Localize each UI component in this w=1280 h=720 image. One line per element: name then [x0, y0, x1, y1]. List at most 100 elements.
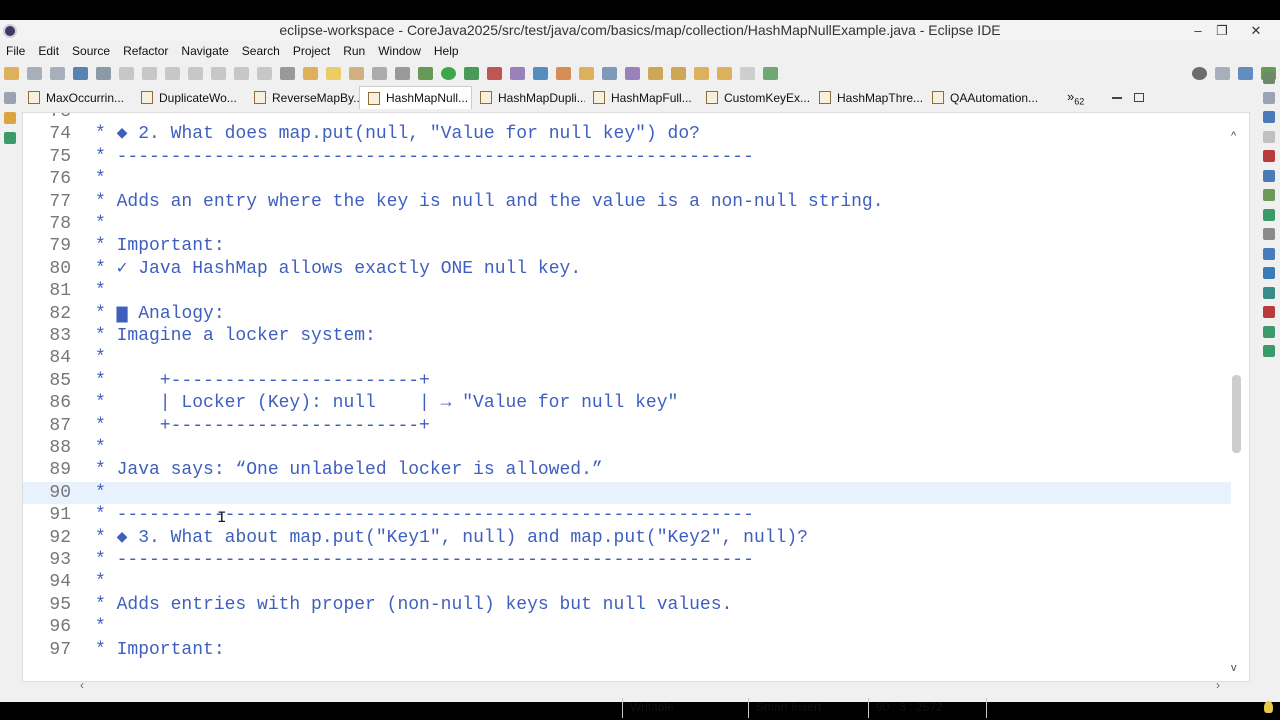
editor-tab-active[interactable]: HashMapNull...✕: [359, 86, 472, 109]
scroll-up-icon[interactable]: ^: [1231, 130, 1236, 142]
menu-navigate[interactable]: Navigate: [175, 44, 235, 58]
code-line: 82 * ▆ Analogy:: [49, 303, 225, 324]
terminal-view-icon[interactable]: [1263, 267, 1275, 279]
junit-icon[interactable]: [1263, 306, 1275, 318]
resume-icon[interactable]: [119, 66, 134, 80]
show-whitespace-icon[interactable]: [395, 66, 410, 80]
disconnect-icon[interactable]: [188, 66, 203, 80]
new-class-icon[interactable]: [556, 66, 571, 80]
lightbulb-icon[interactable]: [1264, 701, 1273, 713]
terminal-icon[interactable]: [73, 66, 88, 80]
last-edit-location-icon[interactable]: [694, 66, 709, 80]
back-icon[interactable]: [717, 66, 732, 80]
drop-to-frame-icon[interactable]: [280, 66, 295, 80]
coverage-icon[interactable]: [464, 66, 479, 80]
status-insert-mode[interactable]: Smart Insert: [756, 700, 821, 714]
declaration-icon[interactable]: [1263, 189, 1275, 201]
menu-edit[interactable]: Edit: [32, 44, 66, 58]
minimize-editor-icon[interactable]: [1112, 96, 1123, 99]
left-trim-bar: [0, 86, 20, 676]
suspend-icon[interactable]: [142, 66, 157, 80]
java-file-icon: [706, 91, 718, 104]
search-globe-icon[interactable]: [602, 66, 617, 80]
block-selection-icon[interactable]: [349, 66, 364, 80]
scroll-right-icon[interactable]: ›: [1216, 678, 1220, 692]
progress-icon[interactable]: [1263, 228, 1275, 240]
scroll-left-icon[interactable]: ‹: [80, 678, 84, 692]
code-line: 86 * | Locker (Key): null | → "Value for …: [49, 393, 679, 414]
editor-tab[interactable]: DuplicateWo...: [133, 86, 246, 109]
horizontal-scrollbar[interactable]: ‹ ›: [80, 678, 1230, 694]
editor-tab[interactable]: HashMapFull...: [585, 86, 698, 109]
open-task-icon[interactable]: [625, 66, 640, 80]
editor-tab[interactable]: MaxOccurrin...: [20, 86, 133, 109]
word-wrap-icon[interactable]: [372, 66, 387, 80]
save-icon[interactable]: [27, 66, 42, 80]
git-icon[interactable]: [1263, 72, 1275, 84]
use-step-filters-icon[interactable]: [303, 66, 318, 80]
restore-view-icon[interactable]: [4, 92, 16, 104]
menu-search[interactable]: Search: [236, 44, 287, 58]
debug-icon[interactable]: [418, 66, 433, 80]
menu-source[interactable]: Source: [66, 44, 117, 58]
code-line: 77 * Adds an entry where the key is null …: [49, 191, 884, 212]
new-icon[interactable]: [4, 66, 19, 80]
forward-icon[interactable]: [740, 66, 755, 80]
step-return-icon[interactable]: [257, 66, 272, 80]
javadoc-icon[interactable]: [1263, 169, 1275, 182]
pin-editor-icon[interactable]: [763, 66, 778, 80]
scroll-down-icon[interactable]: v: [1231, 662, 1237, 674]
code-editor[interactable]: 73 74 * ◆ 2. What does map.put(null, "Val…: [22, 112, 1250, 682]
scrollbar-thumb[interactable]: [1232, 375, 1241, 453]
menu-file[interactable]: File: [0, 44, 32, 58]
vertical-scrollbar[interactable]: ^ v: [1230, 130, 1246, 678]
save-all-icon[interactable]: [50, 66, 65, 80]
restore-icon[interactable]: [1263, 91, 1275, 104]
skip-breakpoints-icon[interactable]: [96, 66, 111, 80]
menu-refactor[interactable]: Refactor: [117, 44, 175, 58]
outline-icon[interactable]: [1263, 111, 1275, 123]
step-over-icon[interactable]: [234, 66, 249, 80]
new-package-icon[interactable]: [533, 66, 548, 80]
menu-project[interactable]: Project: [287, 44, 337, 58]
maximize-editor-icon[interactable]: [1134, 93, 1145, 102]
java-perspective-icon[interactable]: [1238, 66, 1253, 80]
debug-view-icon[interactable]: [1263, 345, 1275, 357]
previous-annotation-icon[interactable]: [671, 66, 686, 80]
restore-button[interactable]: ❐: [1208, 20, 1236, 41]
git-repositories-icon[interactable]: [1263, 286, 1275, 299]
minimized-view-icon[interactable]: [1263, 130, 1275, 143]
tabs-overflow-button[interactable]: »62: [1067, 89, 1084, 107]
main-toolbar: [0, 61, 1280, 85]
editor-tab-bar: MaxOccurrin... DuplicateWo... ReverseMap…: [20, 86, 1256, 109]
menu-window[interactable]: Window: [372, 44, 428, 58]
new-java-project-icon[interactable]: [510, 66, 525, 80]
step-into-icon[interactable]: [211, 66, 226, 80]
terminate-icon[interactable]: [165, 66, 180, 80]
package-explorer-icon[interactable]: [4, 112, 16, 124]
editor-tab[interactable]: CustomKeyEx...: [698, 86, 811, 109]
problems-icon[interactable]: [1263, 150, 1275, 162]
code-line: 79 * Important:: [49, 236, 225, 257]
open-perspective-icon[interactable]: [1215, 66, 1230, 80]
menu-help[interactable]: Help: [428, 44, 466, 58]
next-annotation-icon[interactable]: [648, 66, 663, 80]
editor-tab[interactable]: HashMapThre...: [811, 86, 924, 109]
open-type-icon[interactable]: [579, 66, 594, 80]
hierarchy-icon[interactable]: [4, 132, 16, 144]
editor-tab[interactable]: QAAutomation...: [924, 86, 1037, 109]
window-title: eclipse-workspace - CoreJava2025/src/tes…: [279, 22, 1001, 38]
java-file-icon: [480, 91, 492, 104]
close-button[interactable]: ✕: [1242, 20, 1270, 41]
search-view-icon[interactable]: [1263, 247, 1275, 260]
git-staging-icon[interactable]: [1263, 325, 1275, 338]
search-icon[interactable]: [1192, 66, 1207, 80]
editor-tab[interactable]: ReverseMapBy...: [246, 86, 359, 109]
run-icon[interactable]: [441, 66, 456, 80]
external-tools-icon[interactable]: [487, 66, 502, 80]
menu-run[interactable]: Run: [337, 44, 372, 58]
editor-tab[interactable]: HashMapDupli...: [472, 86, 585, 109]
code-line: 94 *: [49, 572, 106, 593]
toggle-mark-occurrences-icon[interactable]: [326, 66, 341, 80]
console-icon[interactable]: [1263, 208, 1275, 221]
